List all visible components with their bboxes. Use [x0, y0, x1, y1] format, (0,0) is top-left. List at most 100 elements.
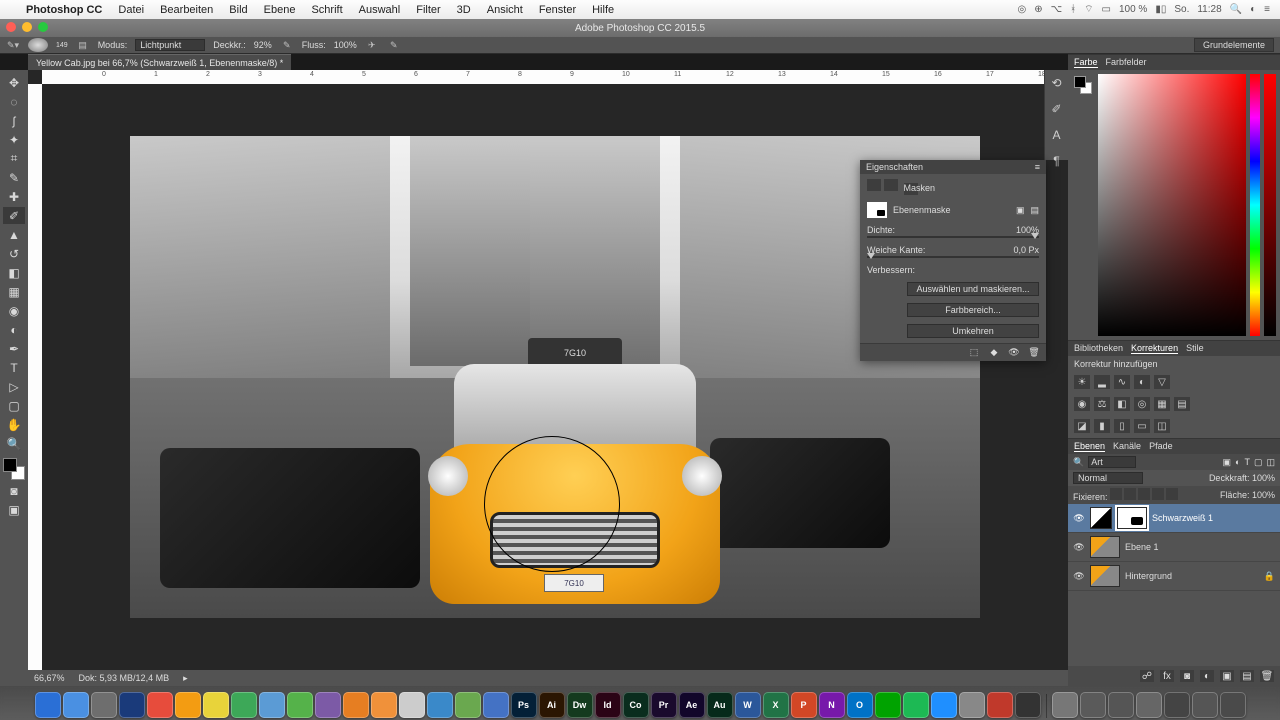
dock-app-icon[interactable]: Dw	[567, 692, 593, 718]
shape-tool[interactable]: ▢	[3, 397, 25, 414]
dock-app-icon[interactable]	[959, 692, 985, 718]
panel-menu-icon[interactable]: ≡	[1035, 162, 1040, 172]
menu-3d[interactable]: 3D	[449, 4, 479, 16]
blend-mode-select[interactable]: Normal	[1073, 472, 1143, 484]
brush-panel-icon[interactable]: ▤	[76, 38, 90, 52]
type-tool[interactable]: T	[3, 359, 25, 376]
quickmask-icon[interactable]: ◙	[3, 482, 25, 499]
lock-icon[interactable]: 🔒	[1264, 571, 1275, 582]
dock-app-icon[interactable]	[231, 692, 257, 718]
apply-mask-icon[interactable]: ◆	[988, 347, 1000, 358]
brush-size[interactable]: 149	[56, 42, 68, 49]
char-panel-icon[interactable]: A	[1052, 128, 1060, 142]
blend-mode-select[interactable]: Lichtpunkt	[135, 39, 205, 51]
adj-levels-icon[interactable]: ▂	[1094, 375, 1110, 389]
fill-value[interactable]: 100%	[1252, 490, 1275, 500]
lock-all-icon[interactable]	[1166, 488, 1178, 500]
hand-tool[interactable]: ✋	[3, 416, 25, 433]
vector-mask-icon[interactable]	[884, 179, 898, 191]
dock-app-icon[interactable]: O	[847, 692, 873, 718]
tab-kanaele[interactable]: Kanäle	[1113, 441, 1141, 452]
layer-row[interactable]: 👁 Ebene 1	[1068, 533, 1280, 562]
menu-bild[interactable]: Bild	[221, 4, 255, 16]
menu-auswahl[interactable]: Auswahl	[351, 4, 409, 16]
pressure-size-icon[interactable]: ✎	[387, 38, 401, 52]
filter-img-icon[interactable]: ▣	[1223, 457, 1232, 468]
adjust-icon[interactable]: ◐	[1200, 670, 1214, 682]
zoom-level[interactable]: 66,67%	[34, 673, 65, 683]
dock-app-icon[interactable]	[483, 692, 509, 718]
dock-app-icon[interactable]	[1080, 692, 1106, 718]
layer-name[interactable]: Ebene 1	[1125, 542, 1159, 552]
airbrush-icon[interactable]: ✈	[365, 38, 379, 52]
select-mask-icon[interactable]: ▣	[1016, 205, 1025, 216]
adj-hue-icon[interactable]: ◉	[1074, 397, 1090, 411]
adj-poster-icon[interactable]: ▮	[1094, 419, 1110, 433]
workspace-select[interactable]: Grundelemente	[1194, 38, 1274, 52]
layer-row[interactable]: 👁 Schwarzweiß 1	[1068, 504, 1280, 533]
menu-filter[interactable]: Filter	[408, 4, 448, 16]
feather-value[interactable]: 0,0 Px	[1013, 245, 1039, 255]
wifi-icon[interactable]: ⌔	[1084, 3, 1093, 16]
adj-exposure-icon[interactable]: ◐	[1134, 375, 1150, 389]
adj-bw-icon[interactable]: ◧	[1114, 397, 1130, 411]
visibility-icon[interactable]: 👁	[1073, 571, 1085, 582]
tab-ebenen[interactable]: Ebenen	[1074, 441, 1105, 452]
adj-map-icon[interactable]: ▭	[1134, 419, 1150, 433]
adj-colbal-icon[interactable]: ⚖	[1094, 397, 1110, 411]
layer-name[interactable]: Hintergrund	[1125, 571, 1172, 581]
menu-schrift[interactable]: Schrift	[303, 4, 350, 16]
delete-mask-icon[interactable]: 🗑	[1028, 347, 1040, 358]
layer-name[interactable]: Schwarzweiß 1	[1152, 513, 1213, 523]
user-icon[interactable]: ◐	[1250, 4, 1256, 15]
dock-app-icon[interactable]	[147, 692, 173, 718]
brush-panel-icon[interactable]: ✐	[1051, 102, 1061, 116]
tab-pfade[interactable]: Pfade	[1149, 441, 1173, 452]
tool-preset-icon[interactable]: ✎▾	[6, 38, 20, 52]
dock-app-icon[interactable]	[427, 692, 453, 718]
doc-size[interactable]: Dok: 5,93 MB/12,4 MB	[79, 673, 170, 683]
tab-farbe[interactable]: Farbe	[1074, 57, 1098, 68]
lock-pos-icon[interactable]	[1138, 488, 1150, 500]
dock-app-icon[interactable]	[91, 692, 117, 718]
adj-selcol-icon[interactable]: ◫	[1154, 419, 1170, 433]
color-swatch[interactable]	[3, 458, 25, 480]
dock-app-icon[interactable]: P	[791, 692, 817, 718]
density-slider[interactable]	[867, 236, 1039, 238]
spotlight-icon[interactable]: 🔍	[1230, 4, 1242, 15]
wand-tool[interactable]: ✦	[3, 131, 25, 148]
lock-pixel-icon[interactable]	[1124, 488, 1136, 500]
menu-ebene[interactable]: Ebene	[256, 4, 304, 16]
marquee-tool[interactable]: ◌	[3, 93, 25, 110]
filter-smart-icon[interactable]: ◫	[1266, 457, 1275, 468]
add-mask-icon[interactable]: ▤	[1030, 205, 1039, 216]
adj-brightness-icon[interactable]: ☀	[1074, 375, 1090, 389]
adj-lookup-icon[interactable]: ▤	[1174, 397, 1190, 411]
crop-tool[interactable]: ⌗	[3, 150, 25, 167]
select-mask-button[interactable]: Auswählen und maskieren...	[907, 282, 1039, 296]
tab-korrekturen[interactable]: Korrekturen	[1131, 343, 1178, 354]
filter-icon[interactable]: 🔍	[1073, 457, 1084, 468]
ruler-horizontal[interactable]: 012345678910111213141516171819	[42, 70, 1068, 84]
pixel-mask-icon[interactable]	[867, 179, 881, 191]
menu-datei[interactable]: Datei	[110, 4, 152, 16]
stamp-tool[interactable]: ▲	[3, 226, 25, 243]
brush-preview-icon[interactable]	[28, 38, 48, 52]
color-picker[interactable]	[1068, 70, 1280, 340]
flow-value[interactable]: 100%	[334, 40, 357, 50]
dock-app-icon[interactable]	[875, 692, 901, 718]
lock-trans-icon[interactable]	[1110, 488, 1122, 500]
para-panel-icon[interactable]: ¶	[1053, 154, 1059, 168]
dock-app-icon[interactable]	[987, 692, 1013, 718]
eraser-tool[interactable]: ◧	[3, 264, 25, 281]
group-icon[interactable]: ▣	[1220, 670, 1234, 682]
dock-app-icon[interactable]: Ai	[539, 692, 565, 718]
tab-bibliotheken[interactable]: Bibliotheken	[1074, 343, 1123, 354]
dock-app-icon[interactable]	[1136, 692, 1162, 718]
layer-row[interactable]: 👁 Hintergrund 🔒	[1068, 562, 1280, 591]
visibility-icon[interactable]: 👁	[1073, 542, 1085, 553]
heal-tool[interactable]: ✚	[3, 188, 25, 205]
screenmode-icon[interactable]: ▣	[3, 501, 25, 518]
adj-mixer-icon[interactable]: ▦	[1154, 397, 1170, 411]
dock-app-icon[interactable]	[287, 692, 313, 718]
